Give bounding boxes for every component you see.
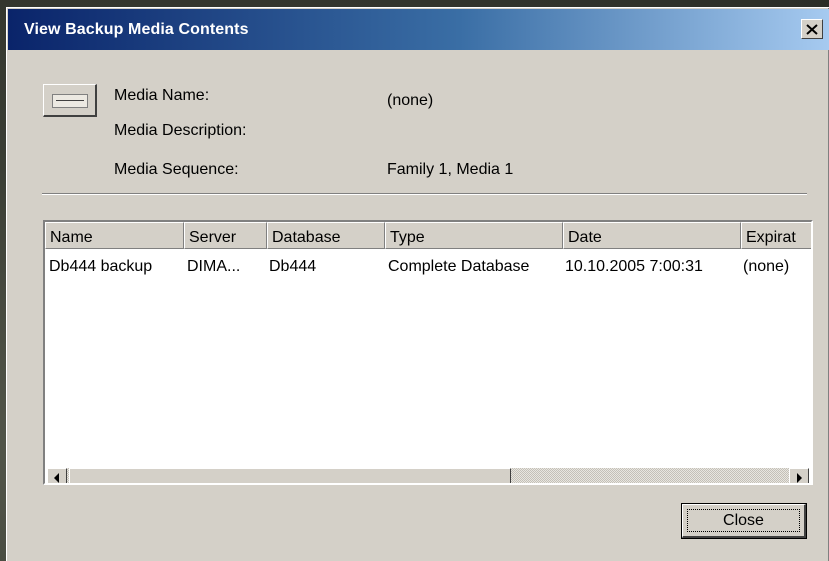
tape-media-icon <box>43 84 97 117</box>
column-header-expiration[interactable]: Expirat <box>741 222 811 249</box>
cell-expiration: (none) <box>743 258 790 275</box>
table-row[interactable]: Db444 backup DIMA... Db444 Complete Data… <box>45 258 811 280</box>
backup-sets-list[interactable]: Name Server Database Type Date Expirat D… <box>43 220 813 485</box>
focus-rectangle <box>687 509 800 532</box>
titlebar-close-button[interactable] <box>801 19 823 39</box>
column-header-server[interactable]: Server <box>184 222 267 249</box>
column-header-date[interactable]: Date <box>563 222 741 249</box>
media-sequence-value: Family 1, Media 1 <box>387 161 514 178</box>
media-name-value: (none) <box>387 92 434 109</box>
column-header-name[interactable]: Name <box>45 222 184 249</box>
column-header-database[interactable]: Database <box>267 222 385 249</box>
separator <box>42 193 807 195</box>
media-sequence-label: Media Sequence: <box>114 161 239 178</box>
horizontal-scrollbar[interactable] <box>47 468 809 483</box>
arrow-left-icon <box>54 473 59 483</box>
scroll-left-button[interactable] <box>47 468 67 483</box>
cell-type: Complete Database <box>388 258 530 275</box>
close-button[interactable]: Close <box>681 503 807 539</box>
column-header-type[interactable]: Type <box>385 222 563 249</box>
list-header: Name Server Database Type Date Expirat <box>45 222 811 249</box>
media-name-label: Media Name: <box>114 87 210 104</box>
cell-date: 10.10.2005 7:00:31 <box>565 258 703 275</box>
cell-database: Db444 <box>269 258 317 275</box>
close-icon <box>806 23 818 35</box>
dialog-title: View Backup Media Contents <box>24 21 249 38</box>
cell-server: DIMA... <box>187 258 241 275</box>
view-backup-media-dialog: View Backup Media Contents Media Name: (… <box>6 7 829 561</box>
scrollbar-thumb[interactable] <box>69 468 511 483</box>
cell-name: Db444 backup <box>49 258 153 275</box>
arrow-right-icon <box>797 473 802 483</box>
title-bar[interactable]: View Backup Media Contents <box>8 9 829 50</box>
media-description-label: Media Description: <box>114 122 247 139</box>
scroll-right-button[interactable] <box>789 468 809 483</box>
